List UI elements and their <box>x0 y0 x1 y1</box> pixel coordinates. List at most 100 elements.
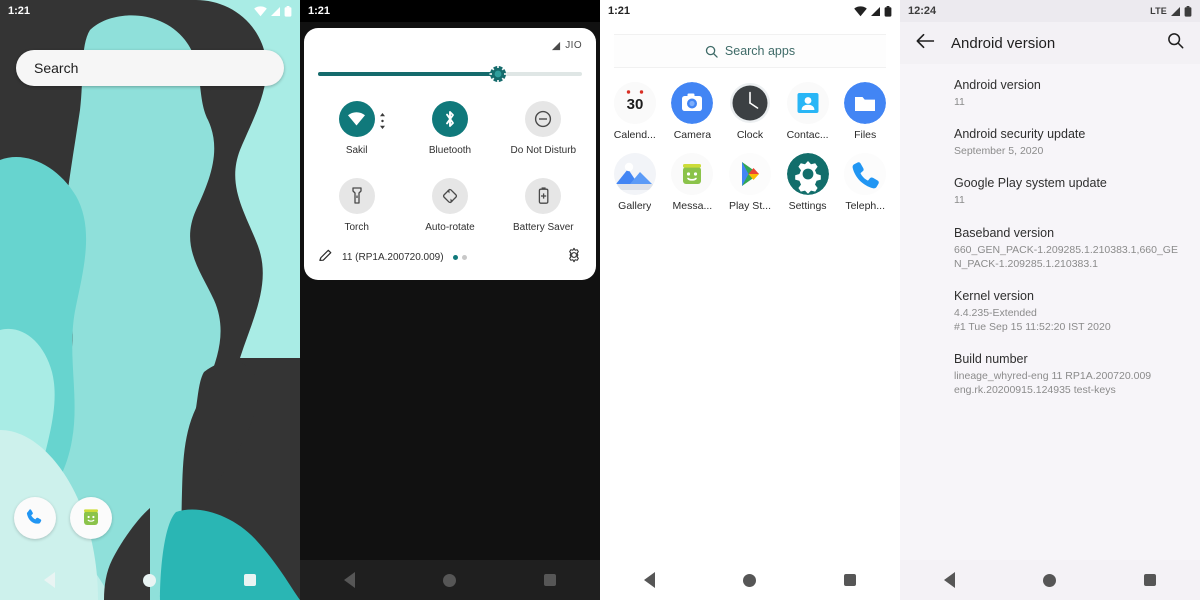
quick-tile-row-2: Torch Auto-rotate Battery Saver <box>304 156 596 233</box>
home-circle-icon[interactable] <box>743 573 756 587</box>
app-label: Contac... <box>786 129 829 141</box>
quick-tile-label: Torch <box>344 222 369 233</box>
screenshot-frame: 1:21 Search 1:21 JIO Sakil Bluetooth Do … <box>0 0 1200 600</box>
quick-tile-autorotate[interactable]: Auto-rotate <box>403 178 496 233</box>
app-telephony[interactable]: Teleph... <box>836 153 894 212</box>
item-value: lineage_whyred-eng 11 RP1A.200720.009 en… <box>954 370 1152 397</box>
android-version-list: Android version 11 Android security upda… <box>900 64 1200 560</box>
signal-icon <box>552 41 561 50</box>
clock-app-icon <box>729 82 771 124</box>
list-item[interactable]: Google Play system update 11 <box>900 176 1200 225</box>
signal-icon <box>871 6 880 16</box>
brightness-slider[interactable] <box>318 64 582 84</box>
do-not-disturb-icon <box>525 101 562 137</box>
item-title: Baseband version <box>954 225 1055 240</box>
phone-app-icon[interactable] <box>14 497 56 539</box>
network-label: LTE <box>1150 6 1167 16</box>
app-gallery[interactable]: Gallery <box>606 153 664 212</box>
item-title: Android security update <box>954 127 1086 142</box>
app-messaging[interactable]: Messa... <box>664 153 722 212</box>
status-bar-appdrawer: 1:21 <box>600 0 900 22</box>
flashlight-icon <box>338 178 375 214</box>
quick-tile-torch[interactable]: Torch <box>310 178 403 233</box>
list-item[interactable]: Kernel version 4.4.235-Extended #1 Tue S… <box>900 289 1200 352</box>
telephony-app-icon <box>844 153 887 195</box>
search-apps-placeholder: Search apps <box>724 44 796 58</box>
chevron-expand-icon[interactable] <box>379 113 386 134</box>
app-calendar[interactable]: 30 Calend... <box>606 82 664 141</box>
back-triangle-icon[interactable] <box>644 572 655 588</box>
contacts-app-icon <box>786 82 829 124</box>
wifi-icon <box>854 5 867 16</box>
app-files[interactable]: Files <box>836 82 894 141</box>
app-contacts[interactable]: Contac... <box>779 82 837 141</box>
app-clock[interactable]: Clock <box>721 82 779 141</box>
home-circle-icon[interactable] <box>1043 573 1056 587</box>
list-item[interactable]: Build number lineage_whyred-eng 11 RP1A.… <box>900 352 1200 415</box>
search-apps-input[interactable]: Search apps <box>614 34 886 68</box>
battery-saver-icon <box>525 178 562 214</box>
page-dot <box>461 255 467 260</box>
play-store-app-icon <box>728 153 771 195</box>
apps-grid: 30 Calend... Camera Clock Contac... File… <box>600 68 900 212</box>
app-settings[interactable]: Settings <box>779 153 837 212</box>
signal-icon <box>271 6 280 16</box>
battery-icon <box>884 5 892 17</box>
quick-tile-label: Bluetooth <box>428 145 472 156</box>
app-bar: Android version <box>900 22 1200 64</box>
messaging-app-icon <box>671 153 714 195</box>
item-title: Kernel version <box>954 288 1034 303</box>
quick-tile-bluetooth[interactable]: Bluetooth <box>403 101 496 156</box>
pencil-icon[interactable] <box>318 248 333 268</box>
app-label: Play St... <box>728 200 771 212</box>
app-camera[interactable]: Camera <box>664 82 722 141</box>
quick-settings-footer: 11 (RP1A.200720.009) <box>304 233 596 280</box>
back-triangle-icon[interactable] <box>344 572 355 588</box>
app-label: Files <box>854 129 877 141</box>
search-bar[interactable]: Search <box>16 50 284 86</box>
item-value: September 5, 2020 <box>954 145 1044 158</box>
page-dot-active <box>452 255 458 260</box>
wifi-icon <box>254 5 267 16</box>
list-item[interactable]: Android version 11 <box>900 78 1200 127</box>
status-time: 1:21 <box>308 5 331 17</box>
back-triangle-icon[interactable] <box>944 572 955 588</box>
status-icons <box>854 5 892 17</box>
item-value: 11 <box>954 96 965 108</box>
app-label: Settings <box>788 200 827 212</box>
navigation-bar-androidversion <box>900 560 1200 600</box>
app-label: Teleph... <box>845 200 886 212</box>
quick-tile-batterysaver[interactable]: Battery Saver <box>497 178 590 233</box>
recents-square-icon[interactable] <box>544 574 556 586</box>
quick-tile-row-1: Sakil Bluetooth Do Not Disturb <box>304 85 596 156</box>
battery-icon <box>1184 5 1192 17</box>
gear-icon[interactable] <box>566 247 582 268</box>
page-indicator <box>452 255 467 260</box>
quick-tile-label: Sakil <box>345 145 368 156</box>
recents-square-icon[interactable] <box>844 574 856 586</box>
messaging-app-icon[interactable] <box>70 497 112 539</box>
item-value: 4.4.235-Extended #1 Tue Sep 15 11:52:20 … <box>954 306 1111 334</box>
status-bar-androidversion: 12:24 LTE <box>900 0 1200 22</box>
search-icon[interactable] <box>1167 32 1184 54</box>
back-triangle-icon[interactable] <box>44 572 55 588</box>
quick-tile-dnd[interactable]: Do Not Disturb <box>497 101 590 156</box>
list-item[interactable]: Baseband version 660_GEN_PACK-1.209285.1… <box>900 226 1200 289</box>
recents-square-icon[interactable] <box>1144 574 1156 586</box>
home-circle-icon[interactable] <box>443 573 456 587</box>
recents-square-icon[interactable] <box>244 574 256 586</box>
search-placeholder: Search <box>34 60 79 76</box>
quick-tile-wifi[interactable]: Sakil <box>310 101 403 156</box>
back-arrow-icon[interactable] <box>916 33 935 54</box>
list-item[interactable]: Android security update September 5, 202… <box>900 127 1200 176</box>
app-playstore[interactable]: Play St... <box>721 153 779 212</box>
item-title: Build number <box>954 352 1028 367</box>
page-title: Android version <box>951 34 1056 52</box>
item-value: 660_GEN_PACK-1.209285.1.210383.1,660_GEN… <box>954 243 1178 270</box>
status-bar-quicksettings: 1:21 <box>300 0 600 22</box>
android-version-panel: 12:24 LTE Android version Android versio… <box>900 0 1200 600</box>
auto-rotate-icon <box>431 178 468 214</box>
home-circle-icon[interactable] <box>143 573 156 587</box>
search-icon <box>705 45 718 58</box>
brightness-thumb[interactable] <box>488 64 508 84</box>
